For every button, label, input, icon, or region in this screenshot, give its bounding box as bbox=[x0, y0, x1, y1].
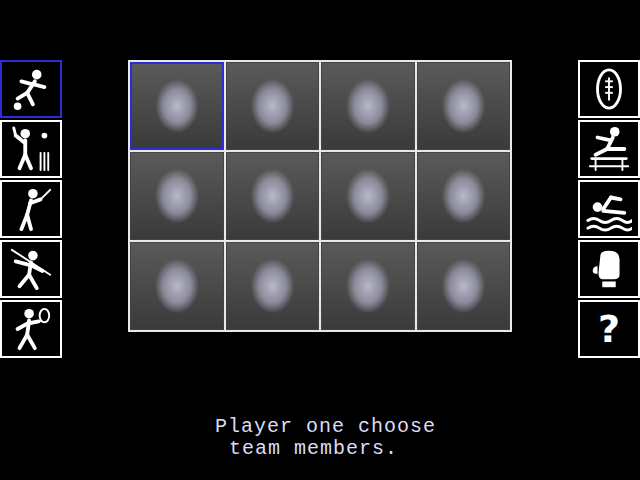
sport-button[interactable] bbox=[578, 180, 640, 238]
golf-icon bbox=[8, 186, 54, 232]
portrait-photo bbox=[418, 63, 510, 149]
portrait-photo bbox=[418, 243, 510, 329]
team-member-portrait[interactable] bbox=[417, 62, 511, 150]
team-member-portrait[interactable] bbox=[226, 152, 320, 240]
portrait-grid bbox=[128, 60, 512, 332]
team-member-portrait[interactable] bbox=[226, 62, 320, 150]
prompt-line: team members. bbox=[215, 438, 640, 460]
portrait-photo bbox=[132, 64, 222, 148]
sport-button[interactable] bbox=[578, 120, 640, 178]
portrait-photo bbox=[227, 63, 319, 149]
rugby-icon bbox=[586, 66, 632, 112]
team-member-portrait[interactable] bbox=[321, 242, 415, 330]
team-member-portrait[interactable] bbox=[417, 152, 511, 240]
javelin-icon bbox=[8, 246, 54, 292]
team-member-portrait[interactable] bbox=[321, 62, 415, 150]
selection-area: ? bbox=[0, 60, 640, 358]
help-icon: ? bbox=[598, 310, 620, 348]
team-member-portrait[interactable] bbox=[130, 242, 224, 330]
portrait-photo bbox=[227, 153, 319, 239]
team-member-portrait[interactable] bbox=[130, 62, 224, 150]
football-icon bbox=[8, 66, 54, 112]
team-member-portrait[interactable] bbox=[226, 242, 320, 330]
team-member-portrait[interactable] bbox=[130, 152, 224, 240]
team-member-portrait[interactable] bbox=[321, 152, 415, 240]
cricket-icon bbox=[8, 126, 54, 172]
portrait-photo bbox=[131, 243, 223, 329]
portrait-photo bbox=[227, 243, 319, 329]
sport-button[interactable] bbox=[0, 240, 62, 298]
boxing-icon bbox=[586, 246, 632, 292]
portrait-photo bbox=[322, 63, 414, 149]
sport-button[interactable] bbox=[0, 120, 62, 178]
sport-button[interactable]: ? bbox=[578, 300, 640, 358]
portrait-photo bbox=[418, 153, 510, 239]
swimming-icon bbox=[586, 186, 632, 232]
team-select-screen: ? Player one chooseteam members. bbox=[0, 0, 640, 480]
team-member-portrait[interactable] bbox=[417, 242, 511, 330]
hurdles-icon bbox=[586, 126, 632, 172]
prompt-line: Player one choose bbox=[215, 416, 640, 438]
sport-button[interactable] bbox=[578, 60, 640, 118]
sport-button[interactable] bbox=[0, 60, 62, 118]
sport-button[interactable] bbox=[0, 300, 62, 358]
tennis-icon bbox=[8, 306, 54, 352]
portrait-photo bbox=[322, 153, 414, 239]
left-sport-column bbox=[0, 60, 62, 358]
portrait-photo bbox=[322, 243, 414, 329]
prompt-message: Player one chooseteam members. bbox=[0, 416, 640, 460]
sport-button[interactable] bbox=[578, 240, 640, 298]
sport-button[interactable] bbox=[0, 180, 62, 238]
portrait-photo bbox=[131, 153, 223, 239]
right-sport-column: ? bbox=[578, 60, 640, 358]
